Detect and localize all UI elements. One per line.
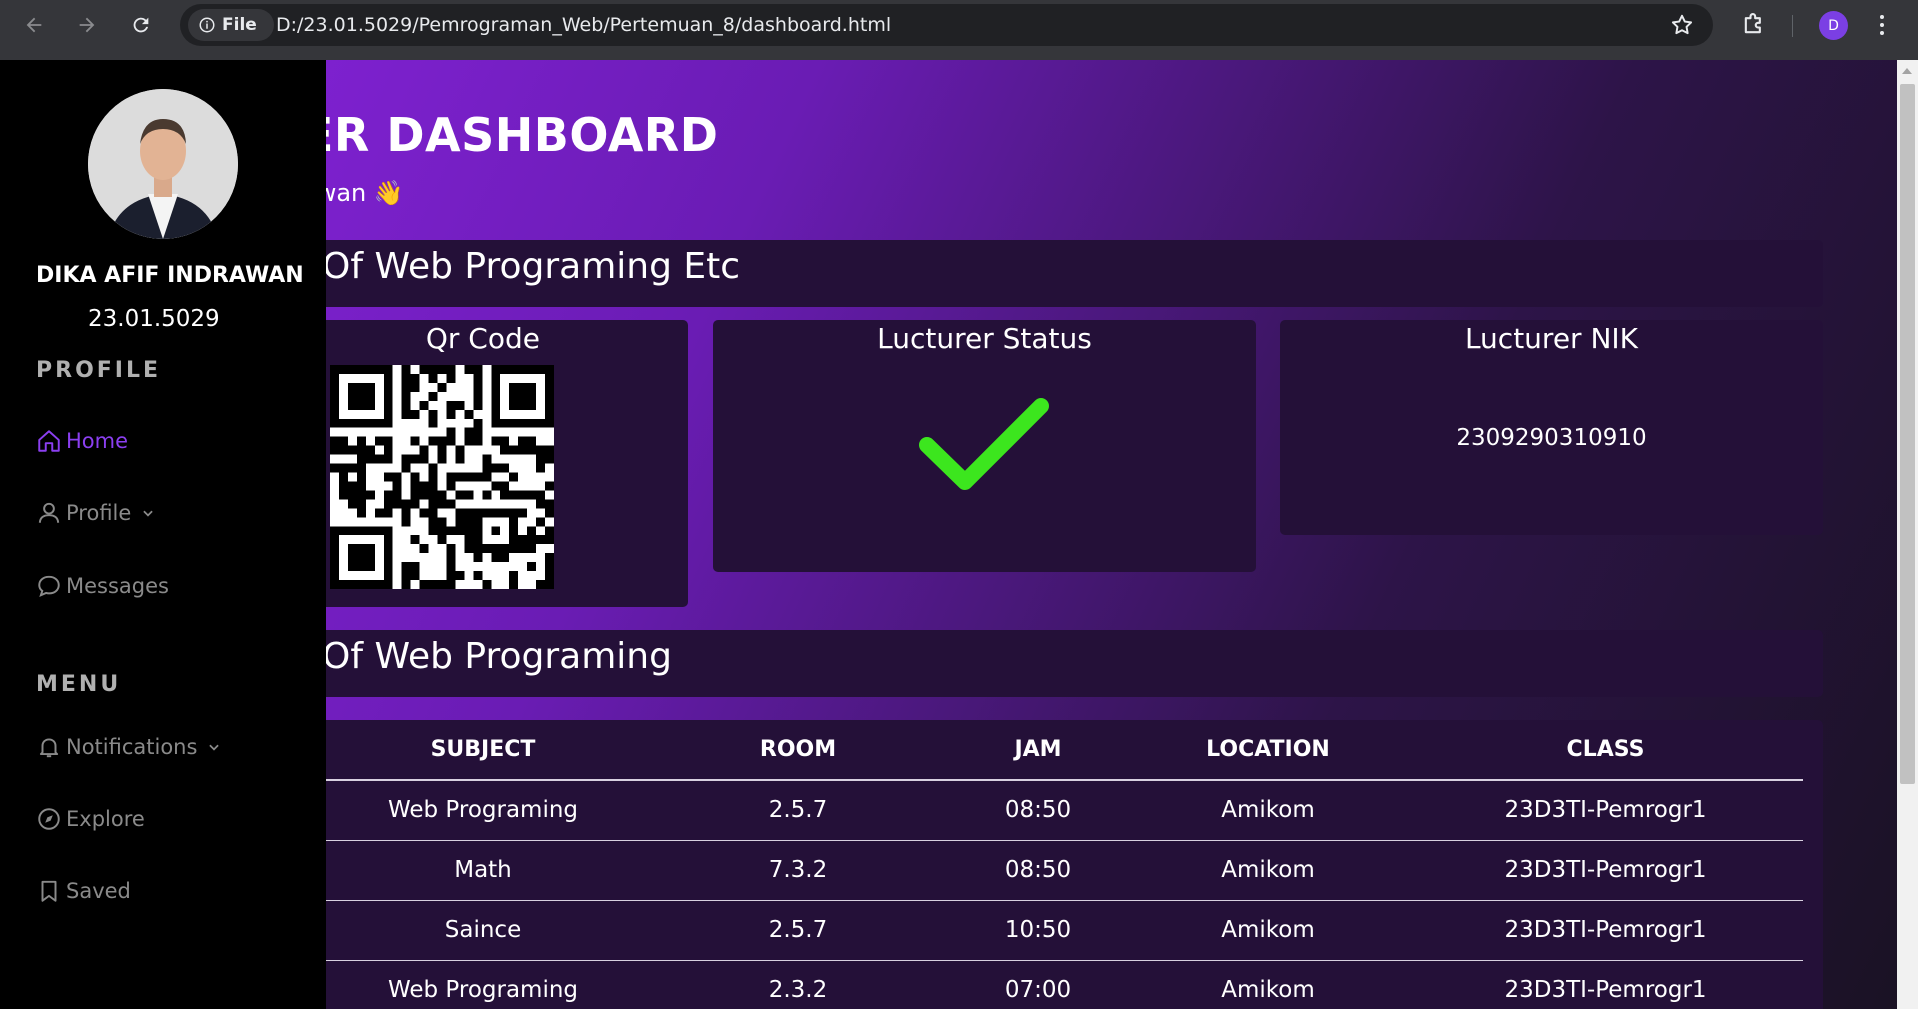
cell-jam: 07:00 bbox=[948, 960, 1128, 1009]
bookmark-icon bbox=[41, 880, 57, 902]
nav-item-home[interactable]: Home bbox=[36, 428, 128, 454]
forward-button[interactable] bbox=[72, 10, 102, 40]
cell-subject: Math bbox=[318, 840, 648, 901]
nav-label: Home bbox=[66, 429, 129, 453]
nav-label: Profile bbox=[66, 501, 132, 525]
user-id: 23.01.5029 bbox=[88, 306, 220, 332]
nav-label: Saved bbox=[66, 879, 131, 903]
cell-class: 23D3TI-Pemrogr1 bbox=[1408, 960, 1803, 1009]
cell-room: 2.5.7 bbox=[648, 900, 948, 961]
cell-jam: 10:50 bbox=[948, 900, 1128, 961]
home-icon bbox=[38, 430, 60, 452]
table-row: Web Programing 2.3.2 07:00 Amikom 23D3TI… bbox=[318, 960, 1803, 1009]
page-scrollbar[interactable] bbox=[1897, 60, 1918, 1009]
reload-button[interactable] bbox=[126, 10, 156, 40]
menu-heading: MENU bbox=[36, 672, 122, 697]
qr-card-title: Qr Code bbox=[425, 322, 540, 355]
bookmark-star-icon[interactable] bbox=[1669, 12, 1695, 38]
cell-class: 23D3TI-Pemrogr1 bbox=[1408, 900, 1803, 961]
arrow-left-icon bbox=[26, 17, 42, 33]
profile-heading: PROFILE bbox=[36, 358, 162, 383]
cell-jam: 08:50 bbox=[948, 840, 1128, 901]
cell-room: 7.3.2 bbox=[648, 840, 948, 901]
message-icon bbox=[38, 575, 60, 597]
table-row: Saince 2.5.7 10:50 Amikom 23D3TI-Pemrogr… bbox=[318, 900, 1803, 961]
back-button[interactable] bbox=[19, 10, 49, 40]
compass-icon bbox=[38, 808, 60, 830]
cell-location: Amikom bbox=[1128, 960, 1408, 1009]
cell-subject: Web Programing bbox=[318, 960, 648, 1009]
nav-label: Explore bbox=[66, 807, 145, 831]
cell-subject: Saince bbox=[318, 900, 648, 961]
cell-location: Amikom bbox=[1128, 780, 1408, 841]
column-header-room: ROOM bbox=[648, 720, 948, 781]
status-card: Lucturer Status bbox=[713, 320, 1256, 572]
nik-card: Lucturer NIK 2309290310910 bbox=[1280, 320, 1823, 535]
profile-photo bbox=[88, 89, 238, 239]
sidebar: DIKA AFIF INDRAWAN 23.01.5029 PROFILE Ho… bbox=[0, 60, 326, 1009]
cell-room: 2.5.7 bbox=[648, 780, 948, 841]
extensions-icon[interactable] bbox=[1740, 10, 1768, 38]
nik-card-title: Lucturer NIK bbox=[1464, 322, 1639, 355]
nav-label: Messages bbox=[66, 574, 169, 598]
toolbar-divider bbox=[1792, 15, 1793, 37]
section-header-etc: Of Web Programing Etc bbox=[300, 240, 1823, 307]
browser-profile-avatar[interactable]: D bbox=[1819, 11, 1848, 40]
column-header-class: CLASS bbox=[1408, 720, 1803, 781]
section-title-schedule: Of Web Programing bbox=[322, 636, 672, 677]
schedule-table: SUBJECT ROOM JAM LOCATION CLASS Web Prog… bbox=[318, 720, 1803, 1009]
qr-code-image bbox=[330, 365, 554, 589]
dashboard-title: ER DASHBOARD bbox=[302, 108, 719, 162]
cell-subject: Web Programing bbox=[318, 780, 648, 841]
section-header-schedule: Of Web Programing bbox=[300, 630, 1823, 697]
column-header-subject: SUBJECT bbox=[318, 720, 648, 781]
cell-location: Amikom bbox=[1128, 840, 1408, 901]
user-icon bbox=[38, 502, 60, 523]
section-title-etc: Of Web Programing Etc bbox=[322, 246, 741, 287]
nav-item-saved[interactable]: Saved bbox=[36, 878, 131, 904]
cell-location: Amikom bbox=[1128, 900, 1408, 961]
nav-label: Notifications bbox=[66, 735, 198, 759]
scroll-up-arrow-icon[interactable] bbox=[1902, 68, 1912, 74]
user-name: DIKA AFIF INDRAWAN bbox=[36, 263, 304, 288]
site-info-chip[interactable]: File bbox=[188, 9, 274, 41]
url-text[interactable]: D:/23.01.5029/Pemrograman_Web/Pertemuan_… bbox=[276, 14, 891, 36]
cell-room: 2.3.2 bbox=[648, 960, 948, 1009]
nav-item-messages[interactable]: Messages bbox=[36, 573, 169, 599]
column-header-location: LOCATION bbox=[1128, 720, 1408, 781]
checkmark-icon bbox=[919, 398, 1049, 490]
arrow-right-icon bbox=[79, 17, 95, 33]
chip-label: File bbox=[222, 15, 257, 35]
table-row: Math 7.3.2 08:50 Amikom 23D3TI-Pemrogr1 bbox=[318, 840, 1803, 901]
table-row: Web Programing 2.5.7 08:50 Amikom 23D3TI… bbox=[318, 780, 1803, 841]
reload-icon bbox=[133, 17, 149, 33]
table-header-row: SUBJECT ROOM JAM LOCATION CLASS bbox=[318, 720, 1803, 781]
nav-item-profile[interactable]: Profile bbox=[36, 500, 155, 526]
info-icon bbox=[199, 17, 215, 33]
nik-value: 2309290310910 bbox=[1456, 425, 1647, 451]
nav-item-notifications[interactable]: Notifications bbox=[36, 734, 221, 760]
address-bar[interactable]: File D:/23.01.5029/Pemrograman_Web/Perte… bbox=[180, 4, 1713, 46]
browser-toolbar: File D:/23.01.5029/Pemrograman_Web/Perte… bbox=[0, 0, 1918, 60]
scrollbar-thumb[interactable] bbox=[1900, 84, 1915, 784]
browser-menu-button[interactable] bbox=[1876, 12, 1888, 38]
cell-class: 23D3TI-Pemrogr1 bbox=[1408, 840, 1803, 901]
nav-item-explore[interactable]: Explore bbox=[36, 806, 145, 832]
bell-icon bbox=[39, 738, 59, 758]
chevron-down-icon bbox=[143, 510, 153, 517]
web-page: ER DASHBOARD awan 👋 Of Web Programing Et… bbox=[0, 60, 1897, 1009]
avatar bbox=[88, 89, 238, 239]
cell-jam: 08:50 bbox=[948, 780, 1128, 841]
cell-class: 23D3TI-Pemrogr1 bbox=[1408, 780, 1803, 841]
column-header-jam: JAM bbox=[948, 720, 1128, 781]
chevron-down-icon bbox=[209, 744, 220, 751]
status-card-title: Lucturer Status bbox=[877, 322, 1092, 355]
